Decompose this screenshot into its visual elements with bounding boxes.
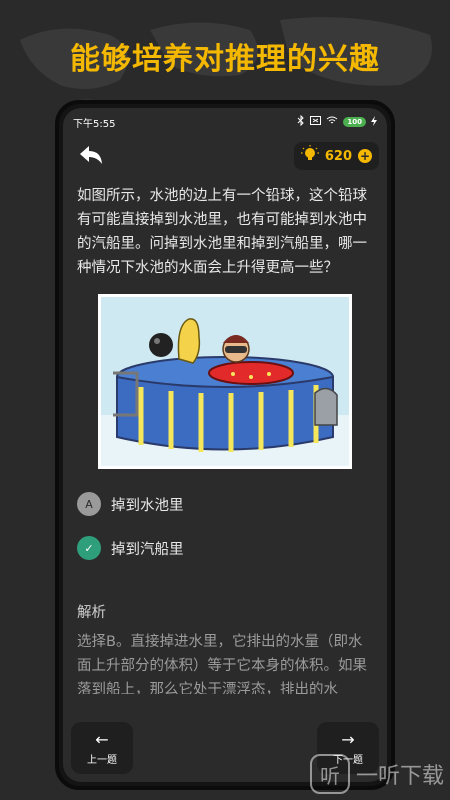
top-bar: 620 + (63, 136, 387, 176)
coin-balance[interactable]: 620 + (293, 142, 379, 170)
app-screen: 下午5:55 100 620 + 如图所示，水池的边上有一个铅球，这个铅球有可能… (63, 108, 387, 782)
watermark: 听 一听下载 (309, 754, 444, 794)
promo-title: 能够培养对推理的兴趣 (70, 42, 380, 77)
lightbulb-icon (300, 145, 319, 167)
sim-icon (310, 116, 322, 128)
analysis-text: 选择B。直接掉进水里，它排出的水量（即水面上升部分的体积）等于它本身的体积。如果… (77, 634, 367, 694)
watermark-text: 一听下载 (355, 764, 444, 789)
previous-question-button[interactable]: ← 上一题 (71, 722, 133, 774)
question-illustration (98, 294, 352, 469)
pool-illustration (101, 297, 349, 466)
wifi-icon (326, 116, 338, 128)
arrow-left-icon: ← (95, 729, 109, 749)
charging-icon (371, 115, 377, 129)
watermark-logo-icon: 听 (309, 754, 350, 794)
option-a[interactable]: A 掉到水池里 (63, 489, 387, 519)
status-time: 下午5:55 (73, 118, 116, 130)
question-text: 如图所示，水池的边上有一个铅球，这个铅球有可能直接掉到水池里，也有可能掉到水池中… (77, 188, 367, 276)
bluetooth-icon (297, 114, 305, 129)
option-b-label: 掉到汽船里 (111, 541, 184, 558)
checkmark-icon: ✓ (77, 536, 101, 560)
previous-question-label: 上一题 (87, 754, 117, 766)
analysis-title: 解析 (77, 605, 106, 621)
back-arrow-icon[interactable] (77, 142, 105, 170)
option-b[interactable]: ✓ 掉到汽船里 (63, 533, 387, 563)
status-icons: 100 (297, 114, 377, 129)
option-a-badge: A (77, 492, 101, 516)
arrow-right-icon: → (341, 729, 355, 749)
add-coins-icon[interactable]: + (358, 149, 372, 163)
phone-frame: 下午5:55 100 620 + 如图所示，水池的边上有一个铅球，这个铅球有可能… (55, 100, 395, 790)
option-a-label: 掉到水池里 (111, 497, 184, 514)
status-bar: 下午5:55 100 (63, 108, 387, 136)
battery-icon: 100 (343, 117, 366, 127)
coin-count: 620 (324, 148, 352, 164)
